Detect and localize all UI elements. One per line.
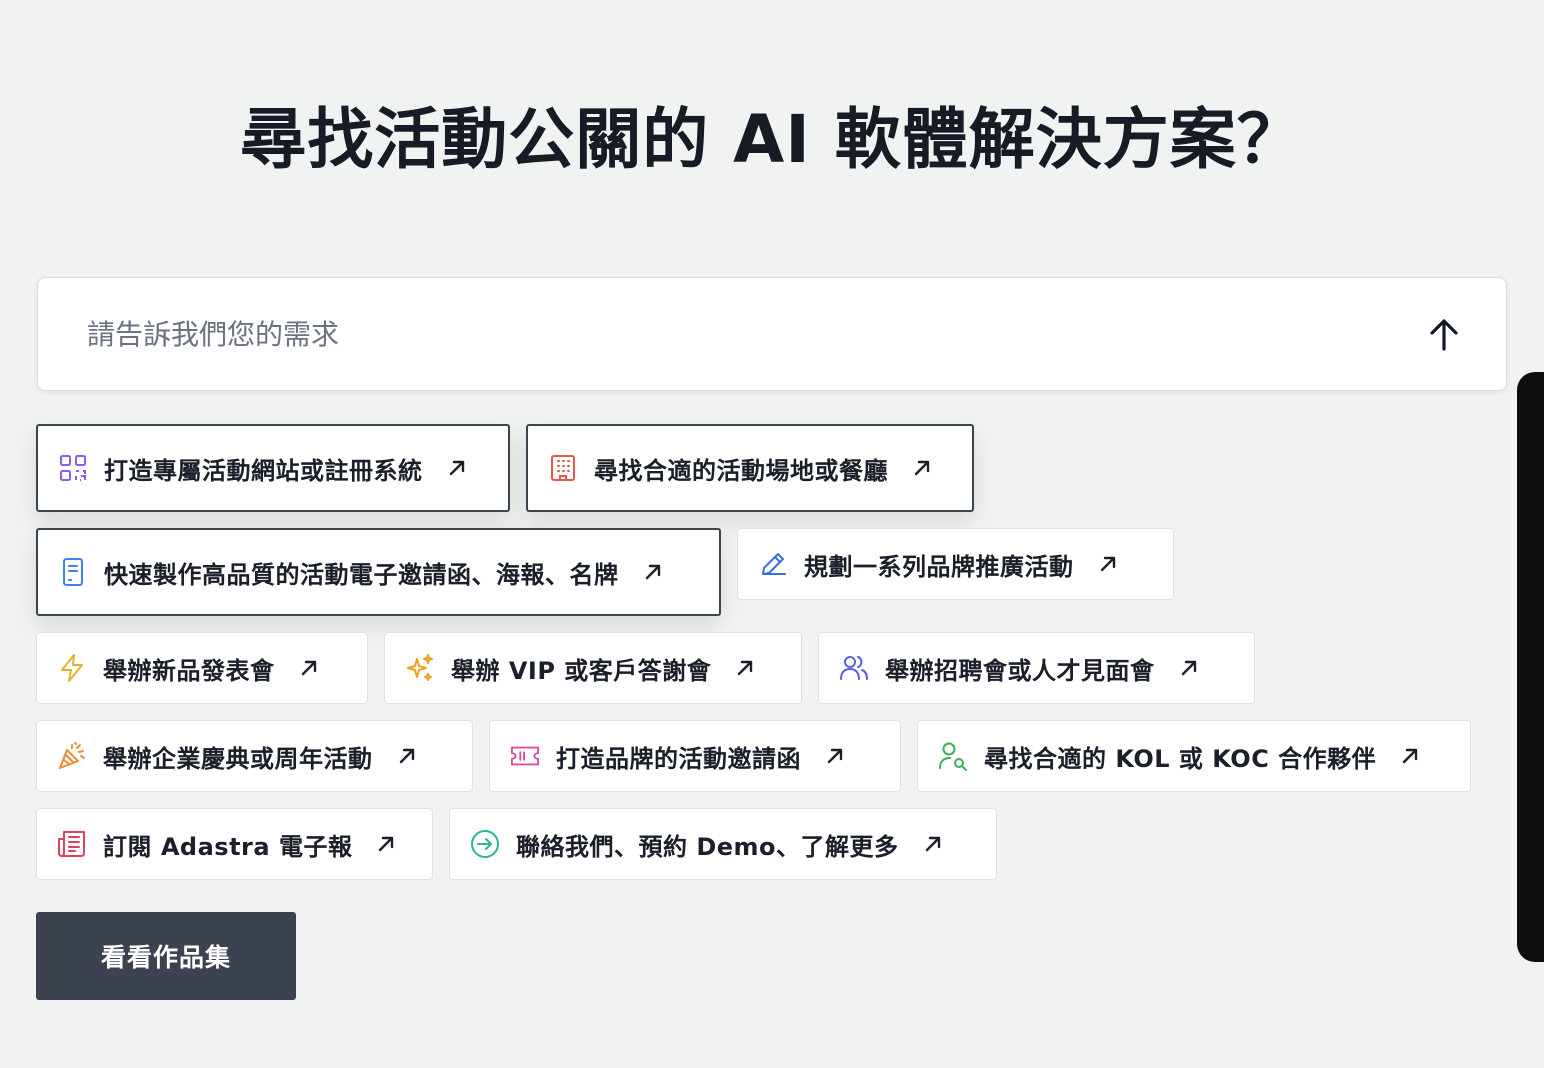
building-icon bbox=[548, 453, 578, 483]
party-popper-icon bbox=[57, 741, 87, 771]
arrow-up-right-icon bbox=[374, 832, 398, 856]
arrow-circle-right-icon bbox=[470, 829, 500, 859]
user-search-icon bbox=[938, 741, 968, 771]
chip-anniversary[interactable]: 舉辦企業慶典或周年活動 bbox=[36, 720, 473, 792]
submit-button[interactable] bbox=[1424, 313, 1464, 357]
newspaper-icon bbox=[57, 829, 87, 859]
chip-label: 打造品牌的活動邀請函 bbox=[556, 744, 801, 773]
arrow-up-right-icon bbox=[641, 560, 665, 584]
chip-label: 舉辦企業慶典或周年活動 bbox=[103, 744, 373, 773]
chip-label: 規劃一系列品牌推廣活動 bbox=[804, 552, 1074, 581]
arrow-up-right-icon bbox=[445, 456, 469, 480]
chip-label: 尋找合適的 KOL 或 KOC 合作夥伴 bbox=[984, 744, 1377, 773]
lightning-icon bbox=[57, 653, 87, 683]
chip-label: 舉辦新品發表會 bbox=[103, 656, 275, 685]
chip-find-venue[interactable]: 尋找合適的活動場地或餐廳 bbox=[526, 424, 974, 512]
portfolio-button[interactable]: 看看作品集 bbox=[36, 912, 296, 1000]
arrow-up-right-icon bbox=[910, 456, 934, 480]
chip-event-website[interactable]: 打造專屬活動網站或註冊系統 bbox=[36, 424, 510, 512]
ticket-icon bbox=[510, 741, 540, 771]
sparkles-icon bbox=[405, 653, 435, 683]
arrow-up-right-icon bbox=[1398, 744, 1422, 768]
arrow-up-right-icon bbox=[297, 656, 321, 680]
request-box bbox=[37, 277, 1507, 391]
page-title: 尋找活動公關的 AI 軟體解決方案？ bbox=[240, 101, 1304, 178]
chip-label: 舉辦 VIP 或客戶答謝會 bbox=[451, 656, 712, 685]
chip-brand-campaign[interactable]: 規劃一系列品牌推廣活動 bbox=[737, 528, 1174, 600]
chip-brand-invitation[interactable]: 打造品牌的活動邀請函 bbox=[489, 720, 901, 792]
chip-label: 打造專屬活動網站或註冊系統 bbox=[104, 456, 423, 485]
arrow-up-right-icon bbox=[1177, 656, 1201, 680]
chip-label: 聯絡我們、預約 Demo、了解更多 bbox=[516, 832, 899, 861]
chip-label: 快速製作高品質的活動電子邀請函、海報、名牌 bbox=[104, 560, 619, 589]
chip-recruitment[interactable]: 舉辦招聘會或人才見面會 bbox=[818, 632, 1255, 704]
arrow-up-right-icon bbox=[921, 832, 945, 856]
users-icon bbox=[839, 653, 869, 683]
chip-vip-appreciation[interactable]: 舉辦 VIP 或客戶答謝會 bbox=[384, 632, 802, 704]
qr-code-icon bbox=[58, 453, 88, 483]
chip-contact-demo[interactable]: 聯絡我們、預約 Demo、了解更多 bbox=[449, 808, 997, 880]
chip-label: 訂閱 Adastra 電子報 bbox=[103, 832, 353, 861]
arrow-up-icon bbox=[1430, 319, 1458, 351]
arrow-up-right-icon bbox=[395, 744, 419, 768]
chip-invitation-design[interactable]: 快速製作高品質的活動電子邀請函、海報、名牌 bbox=[36, 528, 721, 616]
chip-newsletter[interactable]: 訂閱 Adastra 電子報 bbox=[36, 808, 433, 880]
chip-kol-partner[interactable]: 尋找合適的 KOL 或 KOC 合作夥伴 bbox=[917, 720, 1471, 792]
side-panel-handle[interactable] bbox=[1517, 372, 1544, 962]
arrow-up-right-icon bbox=[1096, 552, 1120, 576]
arrow-up-right-icon bbox=[733, 656, 757, 680]
pencil-icon bbox=[758, 549, 788, 579]
document-icon bbox=[58, 557, 88, 587]
chip-product-launch[interactable]: 舉辦新品發表會 bbox=[36, 632, 368, 704]
request-input[interactable] bbox=[87, 308, 1387, 360]
page: 尋找活動公關的 AI 軟體解決方案？ 打造專屬活動網站或註冊系統 bbox=[0, 0, 1544, 1068]
arrow-up-right-icon bbox=[823, 744, 847, 768]
chip-label: 尋找合適的活動場地或餐廳 bbox=[594, 456, 888, 485]
chip-label: 舉辦招聘會或人才見面會 bbox=[885, 656, 1155, 685]
